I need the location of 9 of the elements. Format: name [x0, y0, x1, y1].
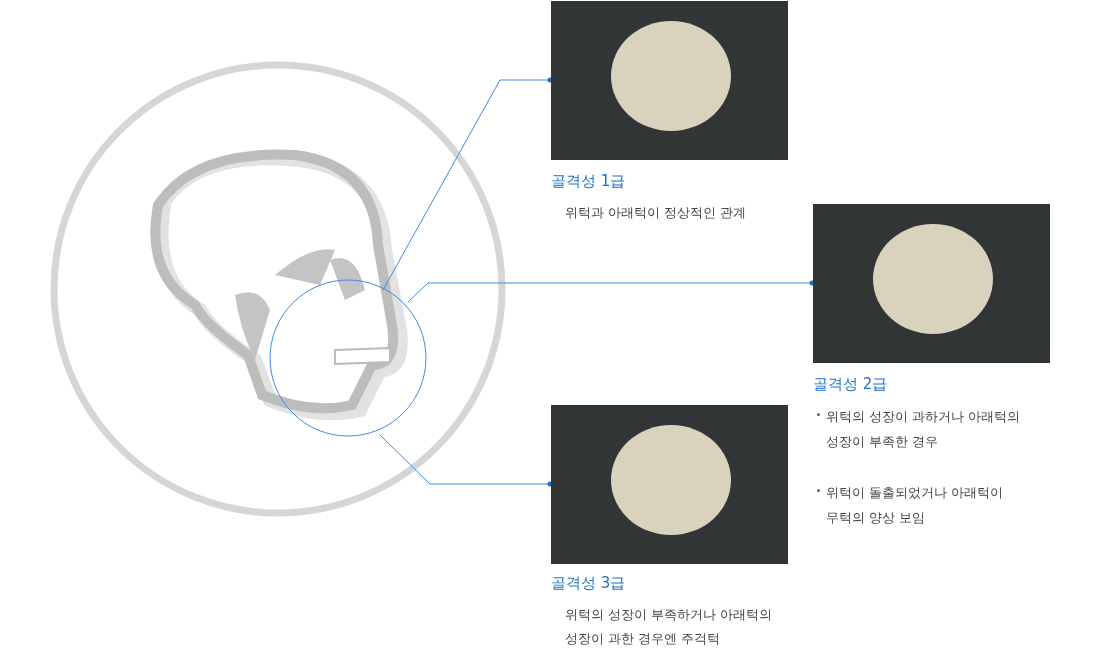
grade-title: 골격성 3급 [551, 573, 627, 594]
bullet-icon [817, 412, 820, 416]
bullet-icon [817, 488, 820, 492]
description-text: 위턱과 아래턱이 정상적인 관계 [564, 203, 747, 222]
grade-title: 골격성 2급 [813, 374, 889, 395]
description-text: 위턱의 성장이 과하거나 아래턱의 성장이 부족한 경우 [826, 407, 1021, 451]
grade-title: 골격성 1급 [551, 171, 627, 192]
description-text: 위턱의 성장이 부족하거나 아래턱의 성장이 과한 경우엔 주걱턱 [564, 605, 773, 648]
description-text: 위턱이 돌출되었거나 아래턱이 무턱의 양상 보임 [826, 483, 1004, 527]
